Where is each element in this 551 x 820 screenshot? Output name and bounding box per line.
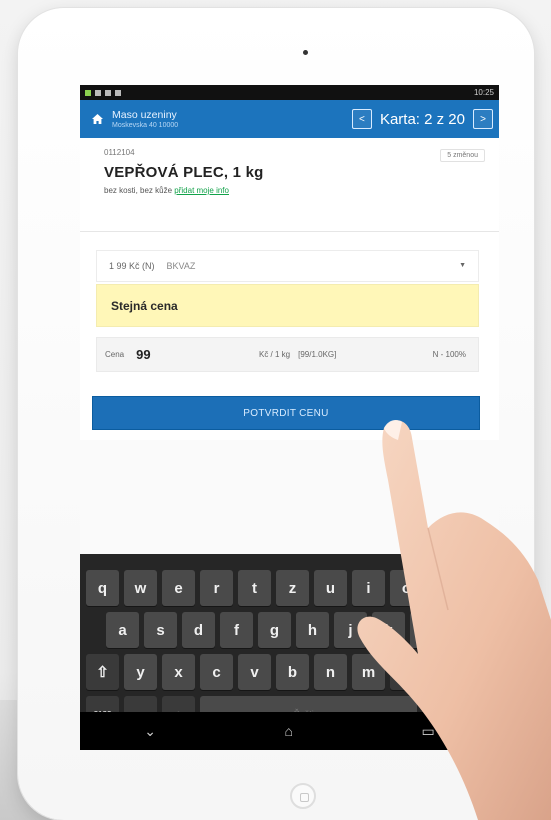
- back-icon[interactable]: ⌄: [144, 723, 156, 740]
- price-input[interactable]: 99: [136, 347, 220, 362]
- soft-keyboard: q w e r t z u i o p a s d f g h j k l ◀ …: [80, 554, 499, 750]
- keyboard-row-3: ⇧ y x c v b n m ! ⇧: [80, 654, 499, 690]
- app-screen: 10:25 Maso uzeniny Moskevska 40 10000 < …: [80, 85, 499, 750]
- status-icons: [85, 89, 121, 96]
- key-i[interactable]: i: [352, 570, 385, 606]
- chevron-down-icon: ▼: [459, 262, 466, 269]
- prev-card-button[interactable]: <: [351, 109, 372, 129]
- key-j[interactable]: j: [334, 612, 367, 648]
- price-input-row: Cena 99 Kč / 1 kg [99/1.0KG] N - 100%: [96, 337, 479, 372]
- shift-key-right[interactable]: ⇧: [428, 654, 461, 690]
- product-description: bez kosti, bez kůže přidat moje info: [104, 186, 485, 195]
- keyboard-row-1: q w e r t z u i o p: [80, 570, 499, 606]
- card-footer: [80, 440, 499, 554]
- key-m[interactable]: m: [352, 654, 385, 690]
- price-reference: [99/1.0KG]: [298, 350, 337, 359]
- key-y[interactable]: y: [124, 654, 157, 690]
- key-s[interactable]: s: [144, 612, 177, 648]
- key-f[interactable]: f: [220, 612, 253, 648]
- store-name: Maso uzeniny: [112, 108, 177, 121]
- status-time: 10:25: [473, 88, 494, 97]
- recents-icon[interactable]: ▭: [421, 723, 434, 740]
- store-address: Moskevska 40 10000: [112, 121, 179, 129]
- key-u[interactable]: u: [314, 570, 347, 606]
- camera-dot: [303, 50, 308, 55]
- key-w[interactable]: w: [124, 570, 157, 606]
- key-p[interactable]: p: [428, 570, 461, 606]
- backspace-key[interactable]: ◀: [448, 612, 481, 648]
- price-unit: Kč / 1 kg: [259, 350, 291, 359]
- confirm-price-button[interactable]: POTVRDIT CENU: [92, 396, 480, 430]
- key-t[interactable]: t: [238, 570, 271, 606]
- key-d[interactable]: d: [182, 612, 215, 648]
- key-a[interactable]: a: [106, 612, 139, 648]
- keyboard-top-bar: [80, 554, 499, 564]
- notification-icon: [115, 89, 121, 96]
- price-option-text: 1 99 Kč (N): [109, 261, 155, 271]
- key-n[interactable]: n: [314, 654, 347, 690]
- key-r[interactable]: r: [200, 570, 233, 606]
- store-info: Maso uzeniny Moskevska 40 10000: [108, 109, 352, 130]
- notification-icon: [85, 89, 91, 96]
- key-b[interactable]: b: [276, 654, 309, 690]
- same-price-notice: Stejná cena: [96, 284, 479, 327]
- key-k[interactable]: k: [372, 612, 405, 648]
- product-name: VEPŘOVÁ PLEC, 1 kg: [104, 164, 264, 181]
- product-info: 0112104 VEPŘOVÁ PLEC, 1 kg bez kosti, be…: [80, 138, 499, 232]
- key-o[interactable]: o: [390, 570, 423, 606]
- add-info-link[interactable]: přidat moje info: [174, 186, 229, 195]
- key-q[interactable]: q: [86, 570, 119, 606]
- card-counter: Karta: 2 z 20: [379, 110, 465, 128]
- home-nav-icon[interactable]: ⌂: [285, 723, 293, 739]
- keyboard-row-2: a s d f g h j k l ◀: [80, 612, 499, 648]
- punctuation-key[interactable]: !: [390, 654, 423, 690]
- app-header: Maso uzeniny Moskevska 40 10000 < Karta:…: [80, 100, 499, 138]
- key-z[interactable]: z: [276, 570, 309, 606]
- product-card: 0112104 VEPŘOVÁ PLEC, 1 kg bez kosti, be…: [80, 138, 499, 554]
- product-code: 0112104: [104, 148, 135, 157]
- shift-key[interactable]: ⇧: [86, 654, 119, 690]
- home-icon[interactable]: [86, 114, 108, 124]
- key-h[interactable]: h: [296, 612, 329, 648]
- product-desc-text: bez kosti, bez kůže: [104, 186, 173, 195]
- key-l[interactable]: l: [410, 612, 443, 648]
- key-v[interactable]: v: [238, 654, 271, 690]
- android-nav-bar: ⌄ ⌂ ▭: [80, 712, 499, 750]
- next-card-button[interactable]: >: [473, 109, 493, 129]
- hardware-home-button[interactable]: [290, 783, 316, 809]
- key-x[interactable]: x: [162, 654, 195, 690]
- price-option-code: BKVAZ: [166, 261, 196, 271]
- notification-icon: [95, 89, 101, 96]
- key-e[interactable]: e: [162, 570, 195, 606]
- microphone-icon[interactable]: [472, 555, 477, 563]
- notification-icon: [105, 89, 111, 96]
- changes-badge[interactable]: 5 změnou: [440, 149, 485, 162]
- key-g[interactable]: g: [258, 612, 291, 648]
- price-label: Cena: [105, 350, 125, 359]
- key-c[interactable]: c: [200, 654, 233, 690]
- price-percent: N - 100%: [432, 350, 466, 359]
- price-dropdown[interactable]: 1 99 Kč (N) BKVAZ ▼: [96, 250, 479, 282]
- status-bar: 10:25: [80, 85, 499, 100]
